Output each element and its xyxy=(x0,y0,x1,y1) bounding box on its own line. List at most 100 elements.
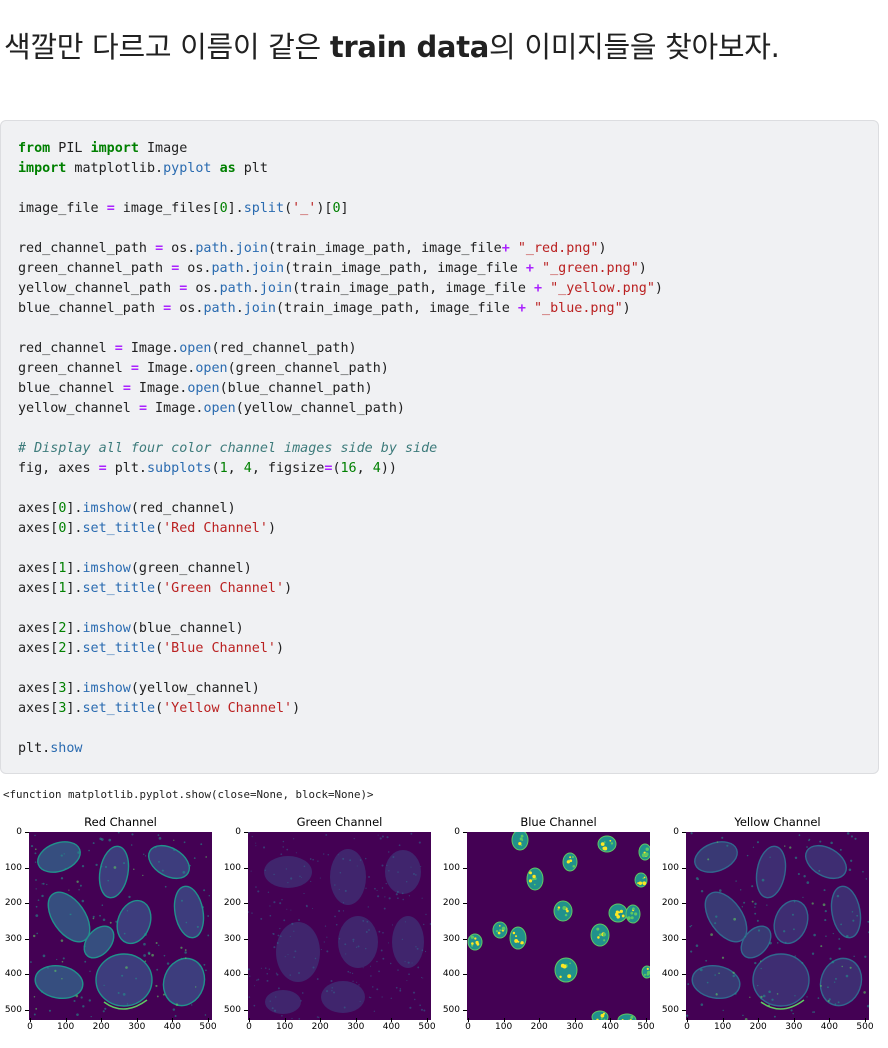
code-token: = xyxy=(98,461,107,476)
x-tick-label: 0 xyxy=(15,1018,45,1032)
code-token: open xyxy=(195,361,228,376)
code-token: . xyxy=(227,241,236,256)
code-token: (yellow_channel) xyxy=(130,681,260,696)
cell-shape xyxy=(385,850,421,894)
plot-image xyxy=(467,832,650,1020)
code-token: "_green.png" xyxy=(542,261,639,276)
output-figure: Red Channel 0 100 200 300 400 500 0 100 200 300 400… xyxy=(0,812,888,1048)
code-token: (green_channel) xyxy=(130,561,252,576)
code-token: (green_channel_path) xyxy=(227,361,389,376)
cell-shape xyxy=(95,953,153,1007)
x-tick-label: 300 xyxy=(341,1018,371,1032)
code-token: . xyxy=(235,301,244,316)
code-token: 'Yellow Channel' xyxy=(163,701,293,716)
code-token: . xyxy=(251,281,260,296)
code-token: red_channel xyxy=(18,341,115,356)
x-tick-label: 500 xyxy=(850,1018,880,1032)
x-tick-label: 400 xyxy=(157,1018,187,1032)
code-token: ) xyxy=(654,281,663,296)
code-token: = xyxy=(106,201,115,216)
code-token: , xyxy=(356,461,373,476)
x-tick-label: 200 xyxy=(524,1018,554,1032)
y-tick-label: 200 xyxy=(219,898,248,908)
code-token: (train_image_path, image_file xyxy=(292,281,534,296)
code-editor[interactable]: from PIL import Image import matplotlib.p… xyxy=(18,139,663,759)
code-token: open xyxy=(179,341,212,356)
code-token: ) xyxy=(276,641,285,656)
code-token: )[ xyxy=(316,201,333,216)
x-tick-label: 0 xyxy=(234,1018,264,1032)
code-token: + xyxy=(533,281,543,296)
code-token: (train_image_path, image_file xyxy=(284,261,526,276)
code-token: = xyxy=(163,301,172,316)
x-tick-label: 100 xyxy=(51,1018,81,1032)
code-token: yellow_channel xyxy=(18,401,139,416)
code-token: join xyxy=(251,261,285,276)
code-token: ( xyxy=(211,461,220,476)
plot-panel: Red Channel 0 100 200 300 400 500 0 100 200 300 400… xyxy=(0,812,218,1048)
x-tick-label: 100 xyxy=(270,1018,300,1032)
x-tick-label: 400 xyxy=(595,1018,625,1032)
code-token: image_file xyxy=(18,201,107,216)
y-tick-label: 100 xyxy=(219,863,248,873)
code-token: , figsize xyxy=(251,461,325,476)
code-token: Image. xyxy=(147,401,204,416)
code-token: ]. xyxy=(66,521,83,536)
code-token: (red_channel) xyxy=(130,501,236,516)
code-token: set_title xyxy=(82,701,156,716)
code-token: '_' xyxy=(292,201,317,216)
y-tick-label: 0 xyxy=(438,827,467,837)
code-token: subplots xyxy=(147,461,212,476)
heading-bold-text: train data xyxy=(329,30,490,64)
code-token: axes[ xyxy=(18,621,59,636)
plot-title: Blue Channel xyxy=(520,815,597,829)
code-line: axes[1].set_title('Green Channel') xyxy=(18,579,663,599)
x-tick-label: 400 xyxy=(376,1018,406,1032)
code-token: (train_image_path, image_file xyxy=(267,241,502,256)
y-tick-label: 400 xyxy=(219,969,248,979)
code-line: axes[2].imshow(blue_channel) xyxy=(18,619,663,639)
code-token: axes[ xyxy=(18,561,59,576)
code-line: axes[3].set_title('Yellow Channel') xyxy=(18,699,663,719)
code-token: ( xyxy=(155,641,164,656)
plot-panel: Yellow Channel 0 100 200 300 400 500 0 100 200 300… xyxy=(657,812,875,1048)
y-tick-label: 400 xyxy=(0,969,29,979)
x-tick-label: 100 xyxy=(489,1018,519,1032)
code-token: join xyxy=(259,281,293,296)
code-line: red_channel = Image.open(red_channel_pat… xyxy=(18,339,663,359)
code-cell[interactable]: from PIL import Image import matplotlib.p… xyxy=(0,120,879,774)
code-token: 4 xyxy=(372,461,381,476)
channel-image xyxy=(686,832,869,1020)
code-token: ) xyxy=(598,241,607,256)
code-token: import xyxy=(90,141,139,156)
code-token: 4 xyxy=(243,461,252,476)
code-line: axes[0].set_title('Red Channel') xyxy=(18,519,663,539)
cell-output-text: <function matplotlib.pyplot.show(close=N… xyxy=(3,788,374,801)
code-token: from xyxy=(18,141,51,156)
code-line: green_channel = Image.open(green_channel… xyxy=(18,359,663,379)
plot-title: Yellow Channel xyxy=(734,815,821,829)
code-token: plt. xyxy=(106,461,147,476)
code-token: join xyxy=(235,241,268,256)
y-tick-label: 200 xyxy=(0,898,29,908)
nucleus-shape xyxy=(554,957,578,983)
y-tick-label: 0 xyxy=(219,827,248,837)
code-token: axes[ xyxy=(18,501,59,516)
code-token: ( xyxy=(155,581,164,596)
section-heading: 색깔만 다르고 이름이 같은 train data의 이미지들을 찾아보자. xyxy=(4,24,780,66)
code-token: axes[ xyxy=(18,521,59,536)
code-token: ]. xyxy=(66,561,83,576)
code-line: plt.show xyxy=(18,739,663,759)
code-token: (blue_channel) xyxy=(130,621,244,636)
nucleus-shape xyxy=(509,926,527,950)
nucleus-shape xyxy=(597,835,617,853)
code-line: fig, axes = plt.subplots(1, 4, figsize=(… xyxy=(18,459,663,479)
y-tick-label: 100 xyxy=(657,863,686,873)
code-token: ]. xyxy=(66,681,83,696)
